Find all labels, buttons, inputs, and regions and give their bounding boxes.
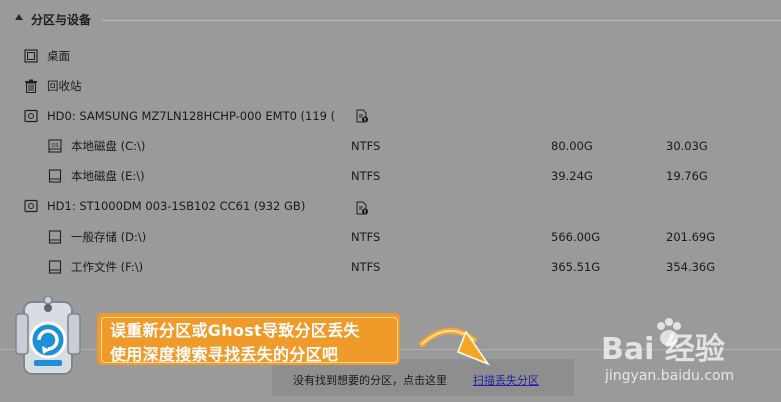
hard-disk-icon [24, 109, 38, 123]
os-drive-icon: OS [48, 139, 62, 153]
partition-row-c[interactable]: OS 本地磁盘 (C:\) NTFS 80.00G 30.03G [0, 133, 781, 159]
scan-lost-partition-link[interactable]: 扫描丢失分区 [473, 372, 539, 388]
partition-row-f[interactable]: 工作文件 (F:\) NTFS 365.51G 354.36G [0, 254, 781, 280]
drive-icon [48, 230, 62, 244]
partition-label: 本地磁盘 (E:\) [71, 169, 145, 183]
partition-fs: NTFS [351, 139, 381, 153]
disk-row-hd1[interactable]: HD1: ST1000DM 003-1SB102 CC61 (932 GB) [0, 193, 781, 219]
disk-row-hd0[interactable]: HD0: SAMSUNG MZ7LN128HCHP-000 EMT0 (119 … [0, 103, 781, 129]
disk-label: HD1: ST1000DM 003-1SB102 CC61 (932 GB) [47, 199, 306, 213]
tree-item-desktop[interactable]: 桌面 [0, 43, 781, 69]
hard-disk-icon [24, 199, 38, 213]
tree-item-label: 桌面 [47, 49, 70, 63]
partition-free: 354.36G [666, 260, 716, 274]
partition-size: 80.00G [551, 139, 593, 153]
callout-line-2: 使用深度搜索寻找丢失的分区吧 [110, 345, 339, 364]
partition-label: 一般存储 (D:\) [71, 230, 147, 244]
partition-size: 39.24G [551, 169, 593, 183]
drive-icon [48, 260, 62, 274]
robot-mascot-icon [15, 295, 81, 375]
partition-free: 30.03G [666, 139, 708, 153]
section-divider [102, 20, 781, 21]
disk-info-icon[interactable] [355, 201, 369, 215]
partition-free: 19.76G [666, 169, 708, 183]
drive-icon [48, 169, 62, 183]
partition-free: 201.69G [666, 230, 716, 244]
svg-text:OS: OS [51, 143, 58, 149]
partition-label: 本地磁盘 (C:\) [71, 139, 146, 153]
tree-item-label: 回收站 [47, 79, 82, 93]
collapse-triangle-icon[interactable] [15, 14, 23, 20]
partition-row-e[interactable]: 本地磁盘 (E:\) NTFS 39.24G 19.76G [0, 163, 781, 189]
tree-item-recycle-bin[interactable]: 回收站 [0, 73, 781, 99]
baidu-url-text: jingyan.baidu.com [605, 368, 735, 384]
disk-label: HD0: SAMSUNG MZ7LN128HCHP-000 EMT0 (119 … [47, 109, 336, 123]
section-title: 分区与设备 [31, 13, 92, 27]
baidu-brand-text: Bai 经验 [601, 332, 725, 367]
partition-size: 566.00G [551, 230, 601, 244]
partition-fs: NTFS [351, 260, 381, 274]
section-header[interactable]: 分区与设备 [0, 0, 781, 40]
trash-icon [25, 79, 37, 93]
disk-info-icon[interactable] [355, 109, 369, 123]
partition-label: 工作文件 (F:\) [71, 260, 144, 274]
curved-arrow-icon [419, 328, 491, 366]
partition-fs: NTFS [351, 230, 381, 244]
partition-row-d[interactable]: 一般存储 (D:\) NTFS 566.00G 201.69G [0, 224, 781, 250]
partition-size: 365.51G [551, 260, 601, 274]
baidu-watermark: Bai 经验 jingyan.baidu.com [595, 312, 775, 392]
callout-line-1: 误重新分区或Ghost导致分区丢失 [110, 321, 360, 340]
scan-prompt-text: 没有找到想要的分区，点击这里 [293, 374, 447, 387]
partition-fs: NTFS [351, 169, 381, 183]
desktop-icon [24, 49, 38, 63]
